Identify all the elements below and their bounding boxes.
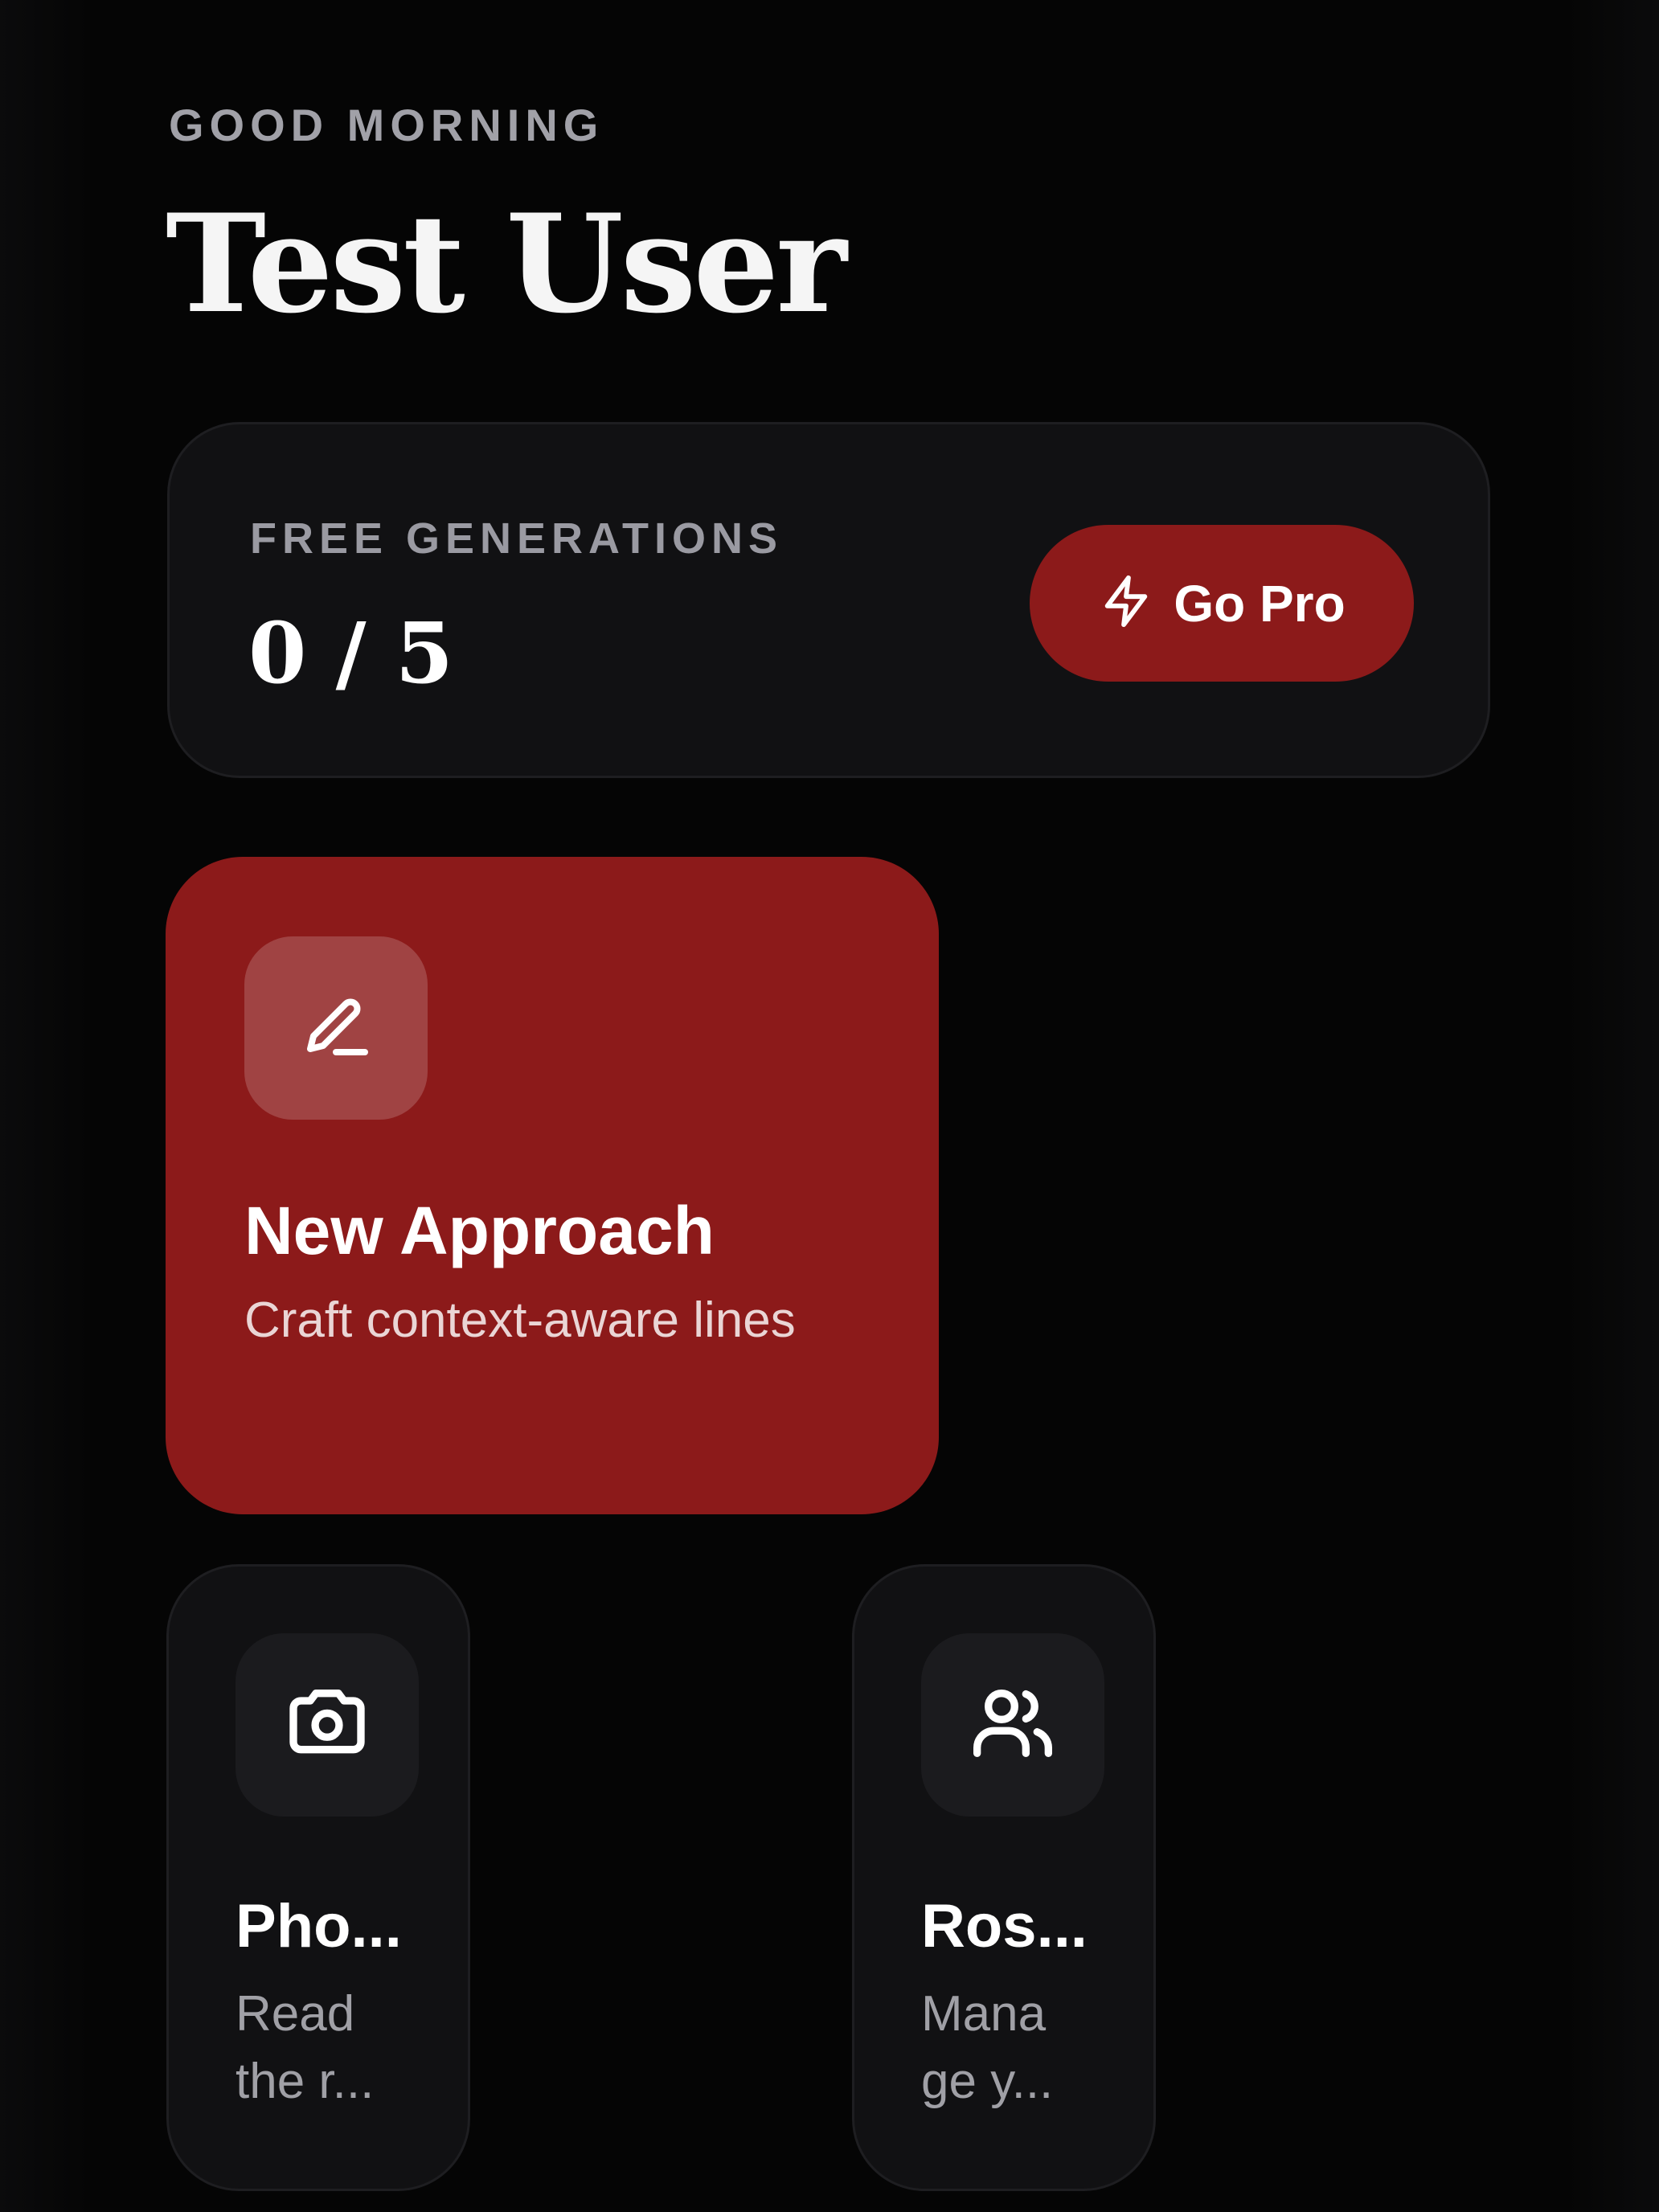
greeting-text: GOOD MORNING	[169, 100, 604, 150]
photo-subtitle-line-1: Read	[236, 1986, 355, 2042]
users-icon	[968, 1678, 1058, 1772]
go-pro-button[interactable]: Go Pro	[1030, 525, 1414, 682]
roster-subtitle: Mana ge y...	[921, 1981, 1082, 2116]
new-approach-subtitle: Craft context-aware lines	[244, 1292, 796, 1348]
photo-card[interactable]: Pho... Read the r...	[166, 1564, 470, 2191]
photo-subtitle: Read the r...	[236, 1981, 396, 2116]
photo-title: Pho...	[236, 1892, 402, 1960]
photo-icon-tile	[236, 1633, 419, 1817]
free-generations-card: FREE GENERATIONS 0 / 5 Go Pro	[167, 422, 1490, 778]
roster-subtitle-line-1: Mana	[921, 1986, 1047, 2042]
pencil-icon	[297, 988, 375, 1069]
roster-title: Ros...	[921, 1892, 1088, 1960]
user-name-heading: Test User	[166, 184, 847, 343]
camera-icon	[282, 1678, 372, 1772]
new-approach-icon-tile	[244, 936, 428, 1120]
free-generations-label: FREE GENERATIONS	[250, 514, 784, 563]
go-pro-label: Go Pro	[1174, 574, 1346, 633]
roster-subtitle-line-2: ge y...	[921, 2054, 1054, 2109]
lightning-icon	[1098, 573, 1154, 633]
roster-icon-tile	[921, 1633, 1104, 1817]
new-approach-title: New Approach	[244, 1193, 715, 1268]
new-approach-card[interactable]: New Approach Craft context-aware lines	[166, 857, 939, 1514]
free-generations-count: 0 / 5	[248, 604, 454, 703]
roster-card[interactable]: Ros... Mana ge y...	[852, 1564, 1156, 2191]
home-screen: GOOD MORNING Test User FREE GENERATIONS …	[0, 0, 1659, 2212]
photo-subtitle-line-2: the r...	[236, 2054, 375, 2109]
